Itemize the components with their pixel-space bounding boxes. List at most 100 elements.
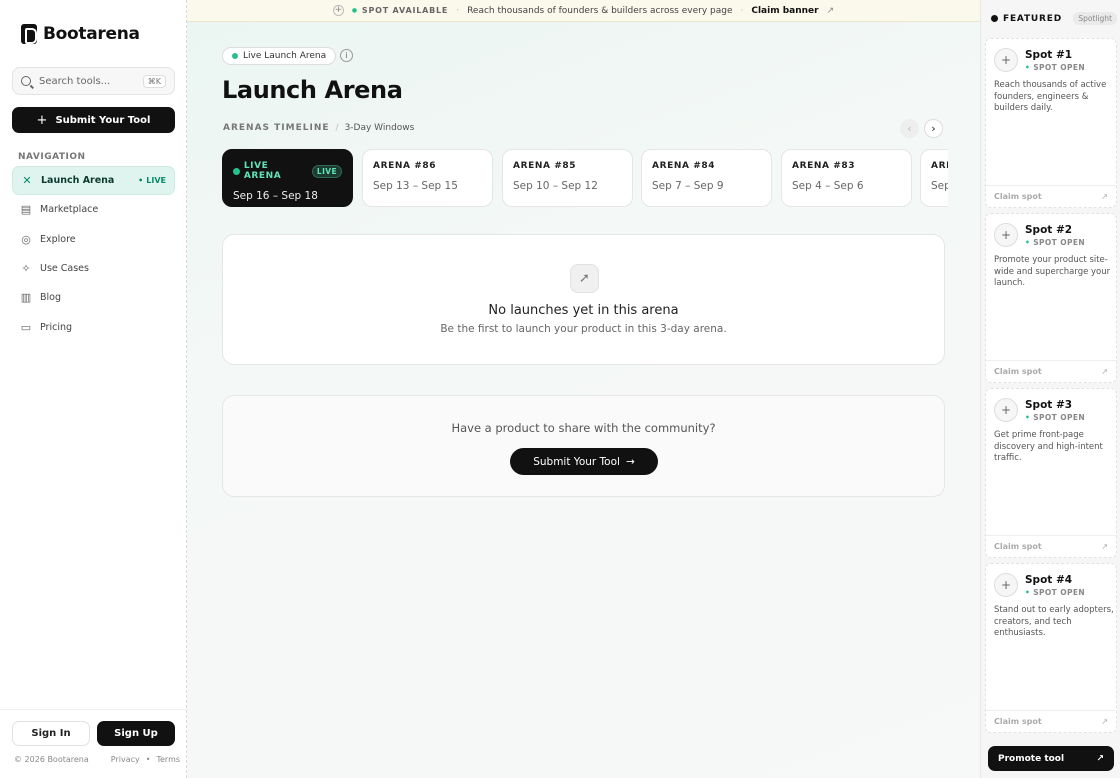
live-dot-icon bbox=[232, 53, 238, 59]
sidebar-item-label: Use Cases bbox=[40, 263, 89, 275]
info-icon[interactable]: i bbox=[340, 49, 353, 62]
banner-message: Reach thousands of founders & builders a… bbox=[467, 5, 733, 16]
spot-footer[interactable]: Claim spot ↗ bbox=[986, 710, 1116, 732]
plus-circle-icon: + bbox=[332, 5, 344, 16]
promo-banner: + SPOT AVAILABLE · Reach thousands of fo… bbox=[187, 0, 980, 22]
cta-button-label: Submit Your Tool bbox=[533, 455, 620, 468]
arena-card[interactable]: ARENA #82 Sep 1 – Sep 3 bbox=[920, 149, 948, 207]
sidebar-item-label: Pricing bbox=[40, 321, 73, 333]
arena-dates: Sep 1 – Sep 3 bbox=[931, 180, 948, 192]
spot-name: Spot #1 bbox=[1025, 49, 1073, 61]
arena-name: ARENA #82 bbox=[931, 161, 948, 171]
submit-tool-cta-button[interactable]: Submit Your Tool → bbox=[510, 448, 658, 475]
timeline-header: ARENAS TIMELINE / 3-Day Windows bbox=[223, 123, 414, 133]
page-title: Launch Arena bbox=[222, 76, 403, 104]
arena-name: LIVE ARENA bbox=[243, 161, 282, 181]
arena-dates: Sep 16 – Sep 18 bbox=[233, 190, 318, 202]
spot-name: Spot #3 bbox=[1025, 399, 1073, 411]
spot-status: SPOT OPEN bbox=[1025, 238, 1085, 247]
promote-label: Promote tool bbox=[998, 753, 1065, 764]
sidebar-item-label: Marketplace bbox=[40, 204, 99, 216]
arena-card[interactable]: ARENA #86 Sep 13 – Sep 15 bbox=[362, 149, 493, 207]
arrow-up-right-icon: ↗ bbox=[1101, 717, 1108, 726]
arrow-right-icon: → bbox=[625, 455, 635, 468]
arrow-up-right-icon: ↗ bbox=[1101, 367, 1108, 376]
claim-banner-link[interactable]: Claim banner bbox=[751, 6, 818, 16]
search-icon bbox=[21, 76, 31, 86]
sidebar-item-pricing[interactable]: ▭ Pricing bbox=[12, 312, 175, 341]
brand-name: Bootarena bbox=[43, 24, 140, 44]
plus-icon: + bbox=[994, 223, 1018, 247]
arrow-up-right-icon: ↗ bbox=[1101, 192, 1108, 201]
spot-description: Stand out to early adopters, creators, a… bbox=[994, 605, 1114, 638]
featured-spot[interactable]: + Spot #1 SPOT OPEN Reach thousands of a… bbox=[985, 38, 1117, 208]
arrow-up-right-icon: ↗ bbox=[1101, 542, 1108, 551]
spot-description: Promote your product site-wide and super… bbox=[994, 255, 1111, 288]
spot-name: Spot #4 bbox=[1025, 574, 1073, 586]
arena-dates: Sep 13 – Sep 15 bbox=[373, 180, 458, 192]
submit-tool-button[interactable]: + Submit Your Tool bbox=[12, 107, 175, 133]
sidebar-divider bbox=[0, 709, 187, 710]
plus-icon: + bbox=[994, 48, 1018, 72]
sidebar-footer: © 2026 Bootarena Privacy • Terms bbox=[14, 755, 180, 764]
book-icon: ▥ bbox=[20, 291, 32, 305]
submit-cta: Have a product to share with the communi… bbox=[222, 395, 945, 497]
spot-footer[interactable]: Claim spot ↗ bbox=[986, 535, 1116, 557]
plus-icon: + bbox=[36, 112, 48, 128]
logo-icon bbox=[21, 24, 37, 44]
claim-spot-link[interactable]: Claim spot bbox=[994, 542, 1042, 551]
featured-spot[interactable]: + Spot #4 SPOT OPEN Stand out to early a… bbox=[985, 563, 1117, 733]
arena-card[interactable]: ARENA #84 Sep 7 – Sep 9 bbox=[641, 149, 772, 207]
featured-spot[interactable]: + Spot #2 SPOT OPEN Promote your product… bbox=[985, 213, 1117, 383]
sparkles-icon: ✧ bbox=[21, 262, 31, 276]
timeline-title: ARENAS TIMELINE bbox=[223, 123, 330, 133]
live-dot-icon bbox=[233, 167, 240, 175]
banner-separator: · bbox=[456, 5, 460, 16]
compass-icon: ◎ bbox=[21, 232, 31, 246]
chevron-right-icon[interactable]: › bbox=[924, 119, 943, 138]
brand-logo[interactable]: Bootarena bbox=[21, 24, 140, 44]
spot-status: SPOT OPEN bbox=[1025, 63, 1085, 72]
promote-tool-button[interactable]: Promote tool ↗ bbox=[988, 746, 1114, 771]
arena-card[interactable]: ARENA #83 Sep 4 – Sep 6 bbox=[781, 149, 912, 207]
spot-description: Get prime front-page discovery and high-… bbox=[994, 430, 1103, 463]
terms-link[interactable]: Terms bbox=[156, 755, 180, 764]
sidebar-item-label: Blog bbox=[40, 292, 61, 304]
sign-up-button[interactable]: Sign Up bbox=[97, 721, 175, 746]
chevron-left-icon[interactable]: ‹ bbox=[900, 119, 919, 138]
arrow-up-right-icon: ↗ bbox=[826, 5, 835, 16]
timeline-subtitle: 3-Day Windows bbox=[344, 123, 415, 133]
arena-card[interactable]: ARENA #85 Sep 10 – Sep 12 bbox=[502, 149, 633, 207]
claim-spot-link[interactable]: Claim spot bbox=[994, 192, 1042, 201]
search-input[interactable]: Search tools... ⌘K bbox=[12, 67, 175, 95]
store-icon: ▤ bbox=[20, 203, 32, 217]
privacy-link[interactable]: Privacy bbox=[111, 755, 140, 764]
spot-footer[interactable]: Claim spot ↗ bbox=[986, 185, 1116, 207]
claim-spot-link[interactable]: Claim spot bbox=[994, 367, 1042, 376]
search-placeholder: Search tools... bbox=[39, 75, 111, 87]
sidebar-item-label: Explore bbox=[40, 233, 76, 245]
arena-name: ARENA #85 bbox=[513, 161, 577, 171]
arena-dates: Sep 10 – Sep 12 bbox=[513, 180, 598, 192]
submit-tool-label: Submit Your Tool bbox=[55, 114, 151, 126]
arena-card-live[interactable]: LIVE ARENA LIVE Sep 16 – Sep 18 bbox=[222, 149, 353, 207]
featured-header: FEATURED Spotlight bbox=[991, 12, 1117, 25]
featured-spot[interactable]: + Spot #3 SPOT OPEN Get prime front-page… bbox=[985, 388, 1117, 558]
sidebar-item-use-cases[interactable]: ✧ Use Cases bbox=[12, 254, 175, 283]
sidebar-item-explore[interactable]: ◎ Explore bbox=[12, 225, 175, 254]
arena-dates: Sep 7 – Sep 9 bbox=[652, 180, 724, 192]
sidebar-item-launch-arena[interactable]: ✕ Launch Arena LIVE bbox=[12, 166, 175, 196]
empty-state-subtitle: Be the first to launch your product in t… bbox=[440, 323, 727, 335]
sidebar-item-marketplace[interactable]: ▤ Marketplace bbox=[12, 195, 175, 224]
live-badge: LIVE bbox=[311, 164, 342, 178]
arena-name: ARENA #84 bbox=[652, 161, 716, 171]
spot-footer[interactable]: Claim spot ↗ bbox=[986, 360, 1116, 382]
sign-in-button[interactable]: Sign In bbox=[12, 721, 90, 746]
sidebar-item-blog[interactable]: ▥ Blog bbox=[12, 283, 175, 312]
banner-spot-label: SPOT AVAILABLE bbox=[352, 6, 448, 15]
footer-separator: • bbox=[145, 755, 151, 764]
featured-panel: FEATURED Spotlight + Spot #1 SPOT OPEN R… bbox=[980, 0, 1120, 778]
spotlight-tag: Spotlight bbox=[1073, 12, 1117, 25]
claim-spot-link[interactable]: Claim spot bbox=[994, 717, 1042, 726]
arrow-up-right-icon: ↗ bbox=[1096, 753, 1104, 764]
